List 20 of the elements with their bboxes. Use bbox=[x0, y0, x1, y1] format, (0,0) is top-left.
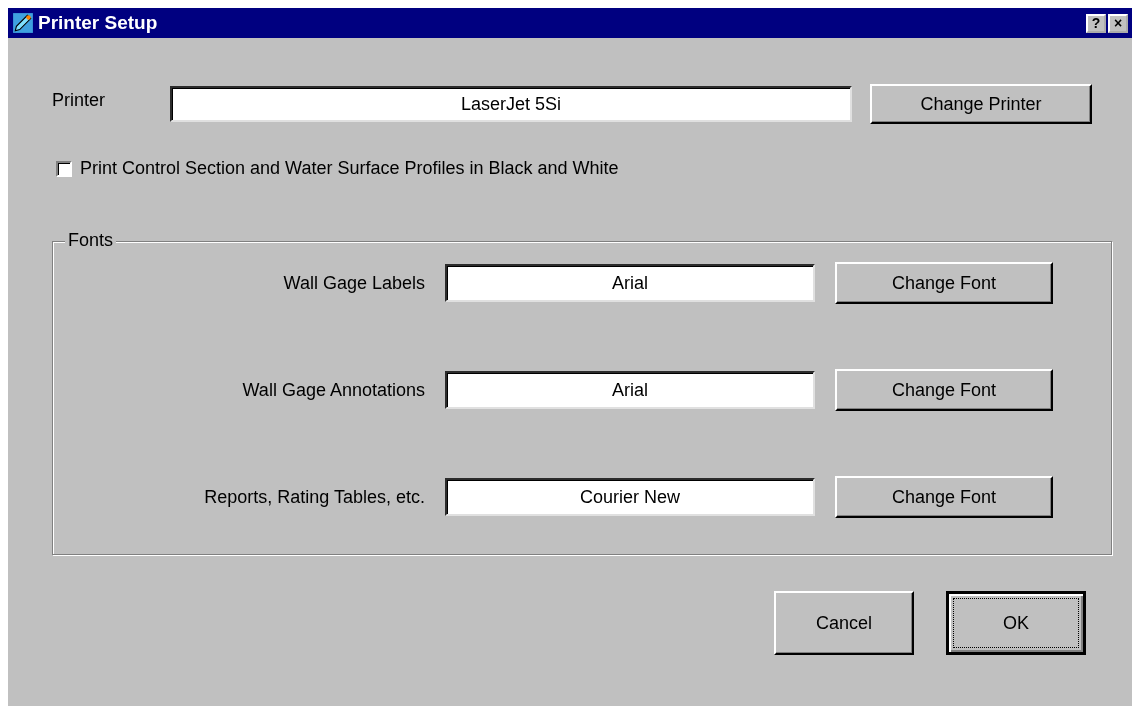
font-field[interactable]: Courier New bbox=[445, 478, 815, 516]
printer-field[interactable]: LaserJet 5Si bbox=[170, 86, 852, 122]
checkbox[interactable] bbox=[56, 160, 72, 177]
help-button[interactable]: ? bbox=[1086, 13, 1106, 33]
change-font-button[interactable]: Change Font bbox=[835, 476, 1053, 518]
close-button[interactable]: × bbox=[1108, 13, 1128, 33]
pencil-icon bbox=[12, 12, 34, 34]
font-field[interactable]: Arial bbox=[445, 264, 815, 302]
font-label: Wall Gage Annotations bbox=[241, 379, 425, 401]
window-title: Printer Setup bbox=[38, 12, 159, 34]
printer-label: Printer bbox=[52, 89, 106, 111]
cancel-button[interactable]: Cancel bbox=[774, 591, 914, 655]
ok-button[interactable]: OK bbox=[946, 591, 1086, 655]
font-field[interactable]: Arial bbox=[445, 371, 815, 409]
font-label: Reports, Rating Tables, etc. bbox=[203, 486, 425, 508]
checkbox-label: Print Control Section and Water Surface Profiles in Black and White bbox=[80, 158, 619, 179]
font-label: Wall Gage Labels bbox=[282, 272, 425, 294]
change-font-button[interactable]: Change Font bbox=[835, 262, 1053, 304]
change-font-button[interactable]: Change Font bbox=[835, 369, 1053, 411]
change-printer-button[interactable]: Change Printer bbox=[870, 84, 1092, 124]
